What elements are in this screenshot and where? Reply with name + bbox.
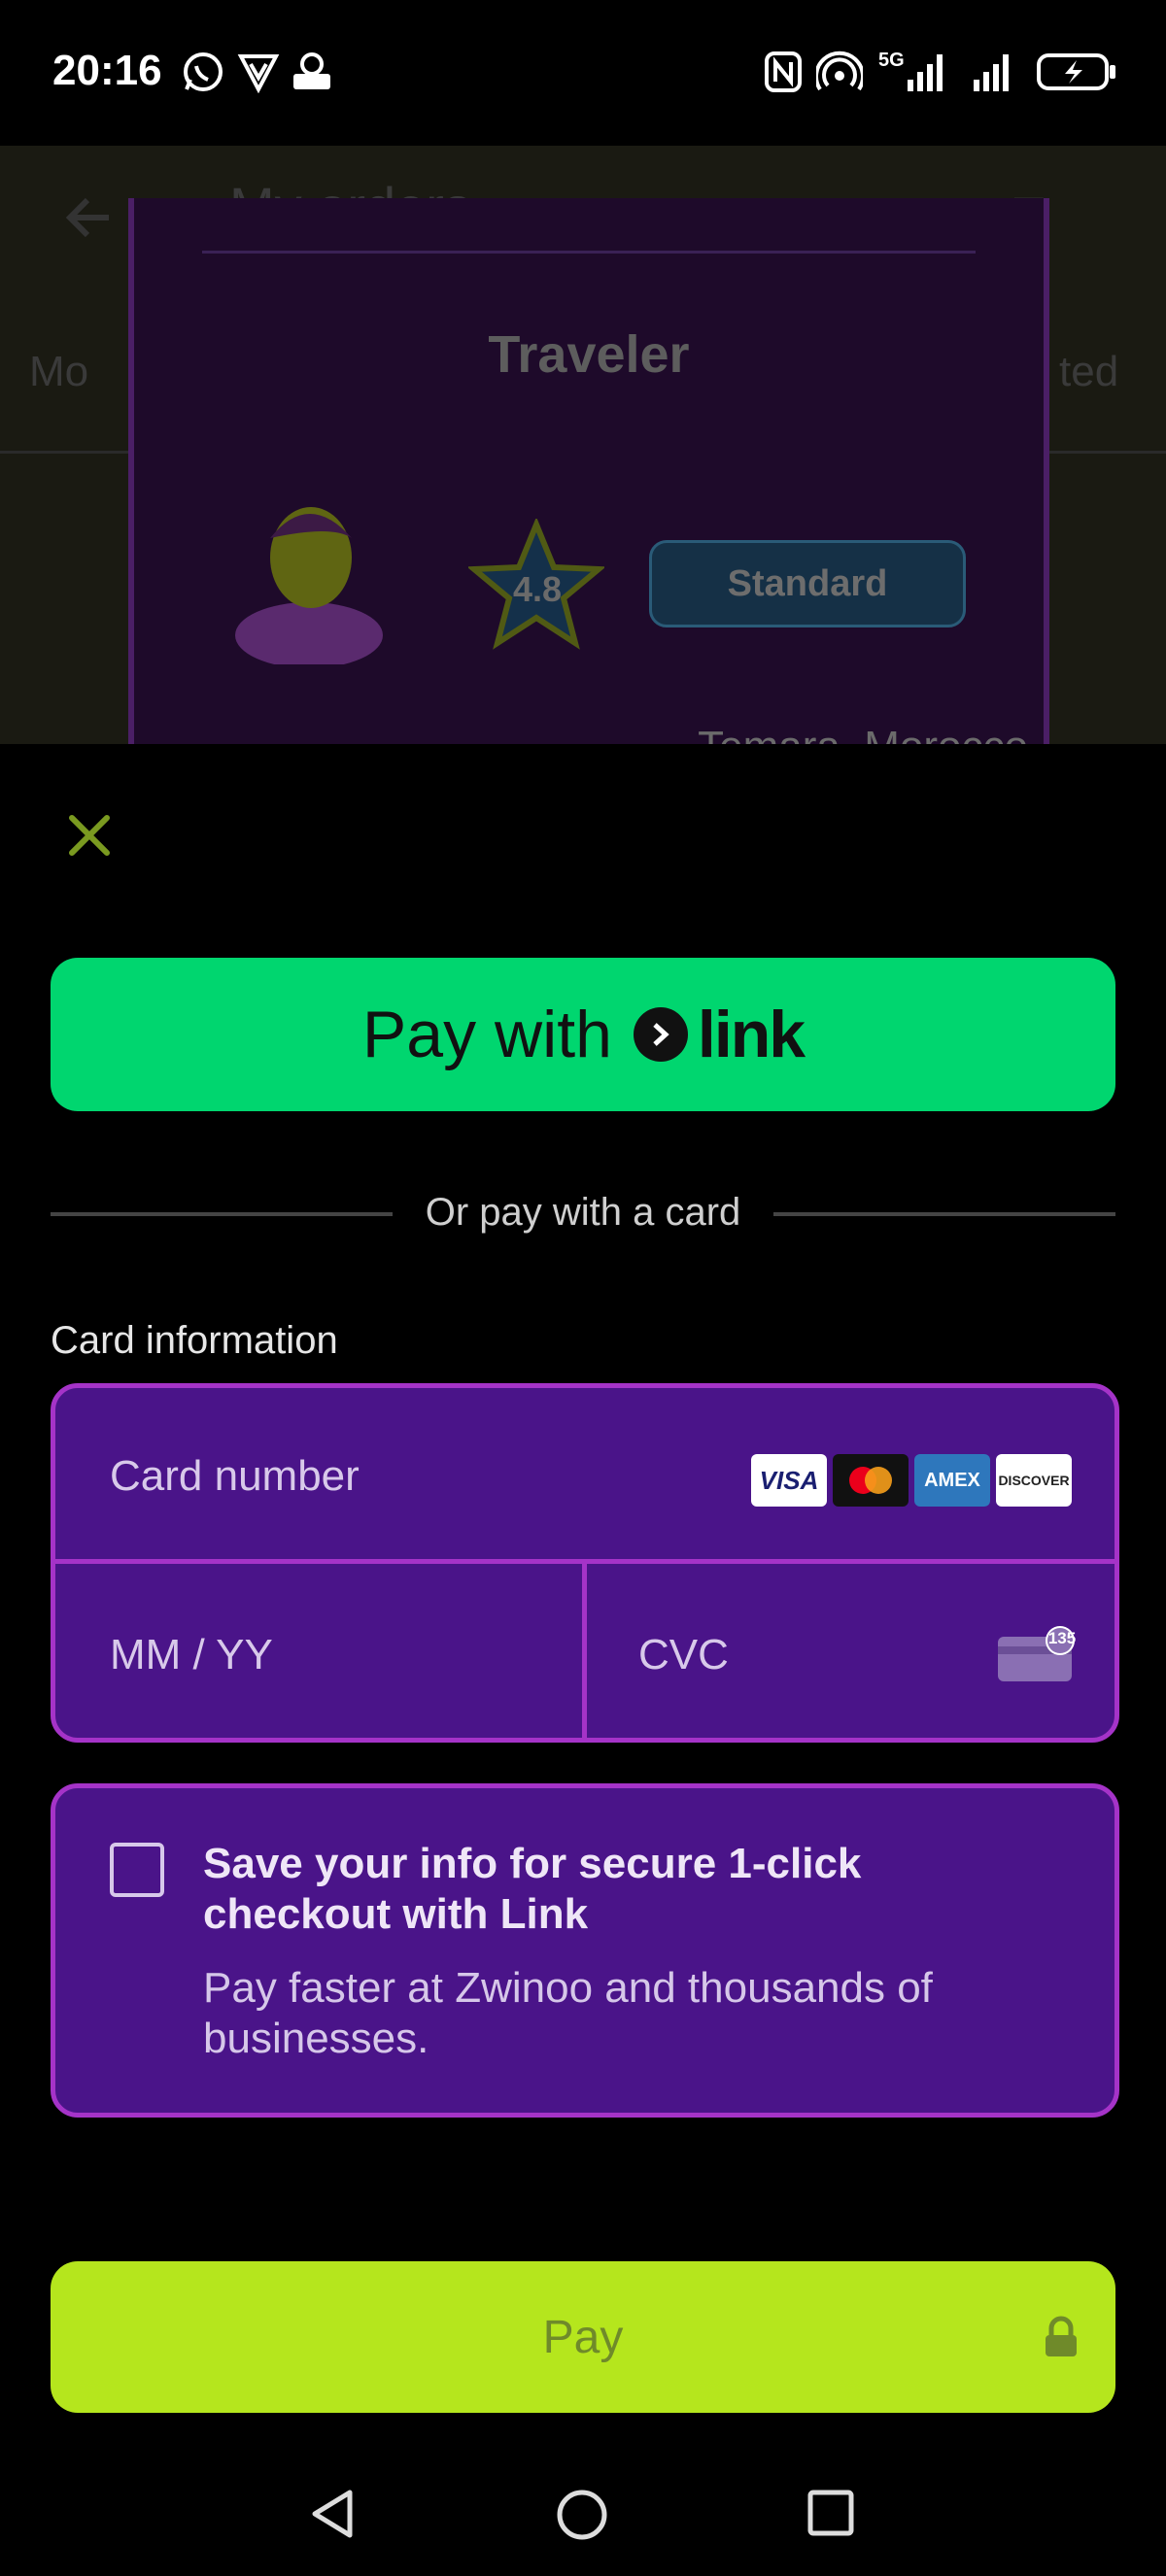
card-information-label: Card information [51, 1319, 338, 1362]
signal-icon-sim2 [974, 54, 1009, 91]
background-app: My orders Mo ted Z Traveler 4.8 Standard… [0, 146, 1166, 744]
clock: 20:16 [52, 47, 162, 94]
hotspot-icon [816, 51, 863, 91]
amex-brand-icon: AMEX [914, 1454, 990, 1507]
pay-with-link-button[interactable]: Pay with link [51, 958, 1115, 1111]
status-bar: 20:16 5G [0, 0, 1166, 146]
lock-icon [1046, 2316, 1077, 2356]
battery-charging-icon [1037, 53, 1115, 90]
card-number-input[interactable]: Card number [110, 1452, 360, 1501]
expiry-input[interactable]: MM / YY [110, 1631, 273, 1679]
divider-text: Or pay with a card [425, 1191, 741, 1234]
traveler-card: Traveler 4.8 Standard Temara, Morocco [128, 198, 1049, 744]
save-info-title: Save your info for secure 1-click checko… [203, 1840, 862, 1938]
nav-back-icon[interactable] [309, 2489, 358, 2539]
divider-left [51, 1212, 393, 1216]
tier-badge: Standard [649, 540, 966, 627]
background-tab-left: Mo [29, 348, 89, 395]
card-information-form: Card number VISA AMEX DISCOVER MM / YY C… [51, 1383, 1119, 1743]
background-tab-right: ted [1059, 348, 1119, 395]
nav-recents-icon[interactable] [806, 2489, 855, 2537]
traveler-location: Temara, Morocco [678, 723, 1028, 744]
game-app-icon [293, 52, 330, 89]
rating-value: 4.8 [512, 569, 563, 609]
signal-icon-sim1 [908, 54, 943, 91]
link-brand-text: link [697, 998, 806, 1071]
discover-brand-icon: DISCOVER [996, 1454, 1072, 1507]
save-info-checkbox[interactable] [110, 1843, 164, 1897]
mastercard-brand-icon [833, 1454, 909, 1507]
whatsapp-icon [184, 52, 223, 91]
traveler-role: Traveler [488, 325, 690, 384]
link-logo-icon [633, 1007, 688, 1062]
cvc-hint-number: 135 [1047, 1629, 1077, 1647]
save-info-link-panel: Save your info for secure 1-click checko… [51, 1783, 1119, 2118]
pay-button[interactable]: Pay [51, 2261, 1115, 2413]
close-icon[interactable] [60, 806, 119, 864]
link-button-prefix: Pay with [361, 998, 612, 1071]
nfc-icon [765, 51, 802, 92]
network-type: 5G [878, 50, 905, 71]
divider-right [773, 1212, 1115, 1216]
back-arrow-icon [65, 197, 109, 238]
avatar [235, 507, 383, 664]
pay-button-label: Pay [542, 2311, 624, 2363]
shield-app-icon [237, 54, 280, 93]
visa-brand-icon: VISA [751, 1454, 827, 1507]
save-info-subtitle: Pay faster at Zwinoo and thousands of bu… [203, 1964, 933, 2062]
nav-home-icon[interactable] [556, 2489, 608, 2541]
cvc-input[interactable]: CVC [638, 1631, 729, 1679]
